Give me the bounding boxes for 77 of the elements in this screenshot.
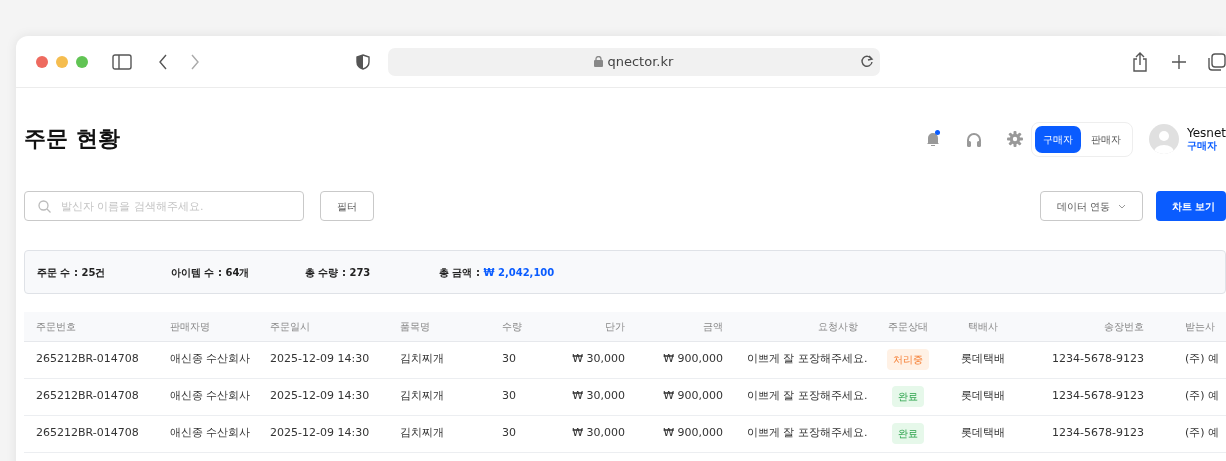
forward-icon[interactable] (189, 53, 200, 70)
user-role: 구매자 (1186, 140, 1218, 153)
page-title: 주문 현황 (24, 125, 120, 153)
table-cell: ₩ 900,000 (637, 415, 735, 452)
table-cell: ₩ 30,000 (550, 341, 637, 378)
column-header: 품목명 (388, 312, 490, 341)
reload-icon[interactable] (860, 53, 875, 68)
column-header: 요청사항 (735, 312, 870, 341)
filter-button[interactable]: 필터 (320, 191, 374, 221)
table-cell: 김치찌개 (388, 378, 490, 415)
table-cell: ₩ 30,000 (550, 378, 637, 415)
tabs-icon[interactable] (1208, 52, 1226, 71)
table-cell: 애신종 수산회사 (158, 341, 258, 378)
close-button[interactable] (36, 55, 48, 68)
column-header: 받는사 (1156, 312, 1226, 341)
table-cell: 265212BR-014708 (24, 341, 158, 378)
table-cell: 265212BR-014708 (24, 378, 158, 415)
table-cell: 30 (490, 415, 550, 452)
table-cell: ₩ 900,000 (637, 341, 735, 378)
table-cell: 1234-5678-9123 (1020, 341, 1156, 378)
column-header: 송장번호 (1020, 312, 1156, 341)
summary-item: 주문 수 : 25건 (37, 265, 107, 280)
table-cell: 애신종 수산회사 (158, 378, 258, 415)
role-tab[interactable]: 구매자 (1034, 125, 1081, 153)
settings-icon[interactable] (1006, 131, 1023, 147)
column-header: 주문상태 (870, 312, 945, 341)
table-cell: 김치찌개 (388, 341, 490, 378)
table-cell: 2025-12-09 14:30 (258, 341, 388, 378)
chevron-down-icon (1118, 203, 1126, 209)
status-tag: 처리중 (886, 349, 929, 370)
headset-icon[interactable] (965, 131, 982, 147)
table-cell: ₩ 900,000 (637, 378, 735, 415)
table-cell: 롯데택배 (945, 341, 1020, 378)
table-cell: 2025-12-09 14:30 (258, 378, 388, 415)
table-cell: 롯데택배 (945, 378, 1020, 415)
column-header: 택배사 (945, 312, 1020, 341)
share-icon[interactable] (1132, 51, 1149, 72)
bell-icon[interactable] (925, 131, 940, 147)
table-cell: 이쁘게 잘 포장해주세요. (735, 415, 870, 452)
address-text: qnector.kr (607, 52, 674, 71)
shield-icon[interactable] (355, 53, 370, 70)
summary-item: 총 수량 : 273 (305, 265, 372, 280)
table-cell: 롯데택배 (945, 415, 1020, 452)
table-cell: 265212BR-014708 (24, 415, 158, 452)
summary-item: 총 금액 : ₩ 2,042,100 (439, 265, 556, 280)
table-cell: 2025-12-09 14:30 (258, 415, 388, 452)
lock-icon (594, 56, 604, 67)
address-bar[interactable]: qnector.kr (387, 47, 881, 76)
zoom-button[interactable] (75, 55, 88, 68)
column-header: 수량 (490, 312, 550, 341)
table-cell: 애신종 수산회사 (158, 415, 258, 452)
column-header: 주문번호 (24, 312, 158, 341)
table-cell: 30 (490, 341, 550, 378)
table-cell: 이쁘게 잘 포장해주세요. (735, 341, 870, 378)
table-cell: (주) 예 (1156, 415, 1226, 452)
table-cell: 이쁘게 잘 포장해주세요. (735, 378, 870, 415)
data-link-button[interactable]: 데이터 연동 (1039, 191, 1143, 221)
sidebar-icon[interactable] (111, 53, 132, 70)
column-header: 판매자명 (158, 312, 258, 341)
table-cell: 김치찌개 (388, 415, 490, 452)
chart-button[interactable]: 차트 보기 (1156, 191, 1226, 221)
status-tag: 완료 (891, 423, 924, 444)
summary-item: 아이템 수 : 64개 (171, 265, 251, 280)
column-header: 금액 (637, 312, 735, 341)
column-header: 주문일시 (258, 312, 388, 341)
user-name: Yesnet (1186, 125, 1226, 141)
table-cell: ₩ 30,000 (550, 415, 637, 452)
table-cell: (주) 예 (1156, 378, 1226, 415)
role-tab[interactable]: 판매자 (1082, 125, 1129, 153)
new-tab-icon[interactable] (1172, 54, 1187, 69)
status-tag: 완료 (891, 386, 924, 407)
table-cell: 1234-5678-9123 (1020, 378, 1156, 415)
table-cell: 1234-5678-9123 (1020, 415, 1156, 452)
back-icon[interactable] (157, 53, 168, 70)
table-cell: 30 (490, 378, 550, 415)
column-header: 단가 (550, 312, 637, 341)
table-cell: (주) 예 (1156, 341, 1226, 378)
